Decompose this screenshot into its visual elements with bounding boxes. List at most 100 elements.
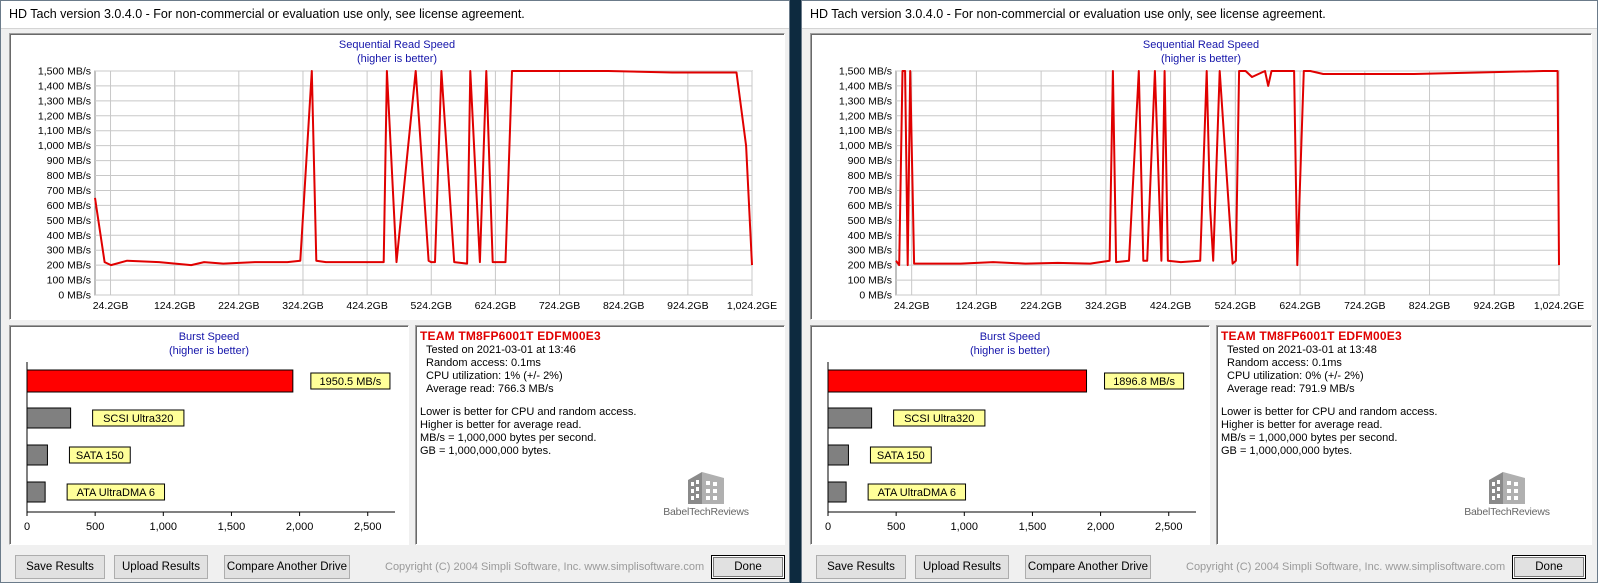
y-tick-label: 200 MB/s [47, 260, 91, 272]
x-tick-label: 2,500 [354, 521, 382, 533]
sequential-read-panel: Sequential Read Speed (higher is better)… [810, 33, 1592, 320]
info-random-access: Random access: 0.1ms [1227, 357, 1342, 369]
y-tick-label: 1,400 MB/s [38, 80, 91, 92]
x-tick-label: 2,500 [1155, 521, 1183, 533]
seq-chart-title: Sequential Read Speed [1142, 39, 1260, 51]
sequential-read-panel: Sequential Read Speed (higher is better)… [9, 33, 785, 320]
copyright-text: Copyright (C) 2004 Simpli Software, Inc.… [1186, 561, 1506, 573]
y-tick-label: 500 MB/s [47, 215, 91, 227]
y-tick-label: 900 MB/s [47, 155, 91, 167]
y-tick-label: 700 MB/s [47, 185, 91, 197]
y-tick-label: 900 MB/s [848, 155, 892, 167]
y-tick-label: 1,000 MB/s [839, 140, 892, 152]
burst-speed-chart: 0 500 1,000 1,500 2,000 2,500 1950.5 MB/s SCSI … [24, 362, 395, 533]
x-tick-label: 1,500 [218, 521, 246, 533]
x-tick-label: 1,024.2GE [1534, 300, 1584, 312]
title-bar[interactable]: HD Tach version 3.0.4.0 - For non-commer… [802, 1, 1597, 29]
y-tick-label: 700 MB/s [848, 185, 892, 197]
x-tick-label: 324.2GB [1085, 300, 1126, 312]
y-tick-label: 1,500 MB/s [38, 66, 91, 78]
bar-label: 1896.8 MB/s [1113, 376, 1175, 388]
y-tick-label: 1,300 MB/s [38, 95, 91, 107]
note-gb-definition: GB = 1,000,000,000 bytes. [420, 445, 552, 457]
burst-chart-subtitle: (higher is better) [168, 345, 250, 357]
note-higher-better: Higher is better for average read. [420, 419, 582, 431]
bar-label: 1950.5 MB/s [320, 376, 382, 388]
bar-label: SCSI Ultra320 [103, 413, 173, 425]
x-tick-label: 424.2GB [346, 300, 387, 312]
y-tick-label: 500 MB/s [848, 215, 892, 227]
x-tick-label: 0 [825, 521, 831, 533]
x-tick-label: 1,000 [951, 521, 979, 533]
y-tick-label: 0 MB/s [58, 290, 91, 302]
logo-text: BabelTechReviews [663, 506, 749, 518]
window-title: HD Tach version 3.0.4.0 - For non-commer… [9, 7, 525, 21]
x-tick-label: 724.2GB [539, 300, 580, 312]
save-results-button[interactable]: Save Results [15, 555, 105, 579]
burst-bar [827, 369, 1088, 393]
seq-chart-title: Sequential Read Speed [338, 39, 456, 51]
x-tick-label: 500 [86, 521, 104, 533]
y-tick-label: 300 MB/s [848, 245, 892, 257]
done-button[interactable]: Done [1512, 555, 1586, 579]
burst-bar [26, 481, 46, 503]
burst-speed-panel: Burst Speed (higher is better) 0 500 1,000… [9, 325, 409, 545]
x-tick-label: 624.2GB [1279, 300, 1320, 312]
info-cpu-utilization: CPU utilization: 0% (+/- 2%) [1227, 370, 1364, 382]
copyright-text: Copyright (C) 2004 Simpli Software, Inc.… [385, 561, 705, 573]
babeltechreviews-logo: BabelTechReviews [656, 464, 756, 526]
x-tick-label: 124.2GB [956, 300, 997, 312]
info-average-read: Average read: 791.9 MB/s [1227, 383, 1355, 395]
y-tick-label: 1,100 MB/s [839, 125, 892, 137]
burst-bar [827, 407, 873, 429]
note-gb-definition: GB = 1,000,000,000 bytes. [1221, 445, 1353, 457]
x-tick-label: 2,000 [286, 521, 314, 533]
y-tick-label: 0 MB/s [859, 290, 892, 302]
bar-label: ATA UltraDMA 6 [878, 487, 956, 499]
y-tick-label: 800 MB/s [848, 170, 892, 182]
hdtach-window-right: HD Tach version 3.0.4.0 - For non-commer… [801, 0, 1598, 583]
sequential-read-chart: 0 MB/s 100 MB/s 200 MB/s 300 MB/s 400 MB/s 50… [839, 66, 1584, 313]
title-bar[interactable]: HD Tach version 3.0.4.0 - For non-commer… [1, 1, 789, 29]
x-tick-label: 224.2GB [1020, 300, 1061, 312]
y-tick-label: 100 MB/s [47, 275, 91, 287]
x-tick-label: 724.2GB [1344, 300, 1385, 312]
x-tick-label: 824.2GB [1409, 300, 1450, 312]
upload-results-button[interactable]: Upload Results [915, 555, 1009, 579]
y-tick-label: 600 MB/s [47, 200, 91, 212]
compare-another-drive-button[interactable]: Compare Another Drive [224, 555, 350, 579]
y-tick-label: 100 MB/s [848, 275, 892, 287]
x-tick-label: 824.2GB [603, 300, 644, 312]
x-tick-label: 24.2GB [93, 300, 129, 312]
done-button[interactable]: Done [711, 555, 785, 579]
x-tick-label: 924.2GB [1474, 300, 1515, 312]
sequential-read-chart: 0 MB/s 100 MB/s 200 MB/s 300 MB/s 400 MB/s 50… [38, 66, 777, 313]
seq-chart-subtitle: (higher is better) [1160, 53, 1242, 65]
babeltechreviews-logo: BabelTechReviews [1457, 464, 1557, 526]
y-tick-label: 300 MB/s [47, 245, 91, 257]
compare-another-drive-button[interactable]: Compare Another Drive [1025, 555, 1151, 579]
info-cpu-utilization: CPU utilization: 1% (+/- 2%) [426, 370, 563, 382]
burst-bar [26, 407, 72, 429]
x-tick-label: 2,000 [1087, 521, 1115, 533]
x-tick-label: 624.2GB [475, 300, 516, 312]
y-tick-label: 1,400 MB/s [839, 80, 892, 92]
x-tick-label: 324.2GB [282, 300, 323, 312]
y-tick-label: 600 MB/s [848, 200, 892, 212]
x-tick-label: 524.2GB [411, 300, 452, 312]
y-tick-label: 1,200 MB/s [839, 110, 892, 122]
x-tick-label: 24.2GB [894, 300, 930, 312]
y-tick-label: 800 MB/s [47, 170, 91, 182]
info-tested-on: Tested on 2021-03-01 at 13:46 [426, 344, 576, 356]
y-tick-label: 1,000 MB/s [38, 140, 91, 152]
burst-chart-subtitle: (higher is better) [969, 345, 1051, 357]
note-mbs-definition: MB/s = 1,000,000 bytes per second. [420, 432, 597, 444]
burst-speed-panel: Burst Speed (higher is better) 0 500 1,000… [810, 325, 1210, 545]
info-average-read: Average read: 766.3 MB/s [426, 383, 554, 395]
y-tick-label: 1,500 MB/s [839, 66, 892, 78]
drive-info-panel: TEAM TM8FP6001T EDFM00E3 Tested on 2021-… [415, 325, 785, 545]
y-tick-label: 400 MB/s [848, 230, 892, 242]
save-results-button[interactable]: Save Results [816, 555, 906, 579]
burst-bar [26, 369, 294, 393]
upload-results-button[interactable]: Upload Results [114, 555, 208, 579]
